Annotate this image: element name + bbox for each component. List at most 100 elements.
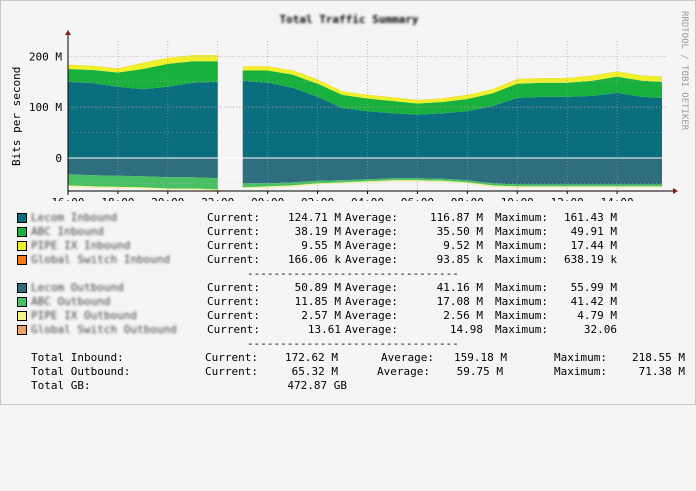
legend-maximum-label: Maximum: [495, 281, 548, 294]
total-gb-row: Total GB: 472.87 GB [31, 379, 696, 393]
legend-maximum-label: Maximum: [495, 295, 548, 308]
legend-series-name: Lecom Inbound [31, 211, 118, 224]
x-tick-label: 22:00 [201, 196, 234, 201]
legend-average-value: 35.50 M [436, 225, 483, 238]
legend-separator-2: -------------------------------- [247, 337, 459, 350]
legend-current-label: Current: [207, 323, 260, 336]
total-inbound-current-label: Current: [205, 351, 258, 364]
x-tick-label: 10:00 [501, 196, 534, 201]
legend-row-outbound-3: PIPE IX Outbound Current: 2.57 M Average: 2.… [15, 309, 695, 323]
legend-maximum-value: 55.99 M [570, 281, 617, 294]
legend-row-inbound-1: Lecom Inbound Current: 124.71 M Average: 116… [15, 211, 695, 225]
x-tick-label: 00:00 [251, 196, 284, 201]
legend-current-value: 13.61 [307, 323, 341, 336]
total-gb-label: Total GB: [31, 379, 91, 392]
legend-average-value: 17.08 M [436, 295, 483, 308]
totals: Total Inbound: Current: 172.62 M Average… [31, 351, 685, 421]
legend-average-label: Average: [345, 281, 398, 294]
legend-current-value: 11.85 M [294, 295, 341, 308]
legend: Lecom Inbound Current: 124.71 M Average: 116… [15, 211, 617, 350]
legend-series-name: ABC Outbound [31, 295, 111, 308]
legend-maximum-label: Maximum: [495, 309, 548, 322]
legend-swatch [17, 255, 27, 265]
legend-current-value: 2.57 M [301, 309, 341, 322]
total-inbound-row: Total Inbound: Current: 172.62 M Average… [31, 351, 696, 365]
legend-swatch [17, 283, 27, 293]
legend-current-label: Current: [207, 309, 260, 322]
legend-maximum-value: 32.06 [583, 323, 617, 336]
x-tick-label: 06:00 [401, 196, 434, 201]
legend-row-inbound-2: ABC Inbound Current: 38.19 M Average: 35.50 … [15, 225, 695, 239]
total-inbound-average-label: Average: [381, 351, 434, 364]
total-outbound-average: 59.75 M [456, 365, 503, 378]
legend-average-label: Average: [345, 309, 398, 322]
total-inbound-current: 172.62 M [285, 351, 338, 364]
legend-maximum-label: Maximum: [495, 323, 548, 336]
legend-separator-1: -------------------------------- [247, 267, 459, 280]
legend-current-label: Current: [207, 295, 260, 308]
legend-maximum-value: 638.19 k [564, 253, 617, 266]
total-inbound-maximum-label: Maximum: [554, 351, 607, 364]
legend-swatch [17, 241, 27, 251]
legend-average-value: 2.56 M [443, 309, 483, 322]
x-tick-label: 20:00 [151, 196, 184, 201]
x-tick-label: 08:00 [451, 196, 484, 201]
legend-series-name: PIPE IX Inbound [31, 239, 131, 252]
legend-maximum-value: 17.44 M [570, 239, 617, 252]
legend-average-value: 116.87 M [430, 211, 483, 224]
legend-series-name: Lecom Outbound [31, 281, 124, 294]
legend-current-value: 124.71 M [288, 211, 341, 224]
legend-average-label: Average: [345, 225, 398, 238]
total-outbound-label: Total Outbound: [31, 365, 131, 378]
legend-series-name: PIPE IX Outbound [31, 309, 137, 322]
legend-maximum-label: Maximum: [495, 239, 548, 252]
legend-average-value: 9.52 M [443, 239, 483, 252]
legend-average-label: Average: [345, 211, 398, 224]
y-axis-arrow [65, 30, 71, 35]
legend-row-inbound-3: PIPE IX Inbound Current: 9.55 M Average: 9.5… [15, 239, 695, 253]
legend-swatch [17, 297, 27, 307]
legend-current-label: Current: [207, 211, 260, 224]
legend-current-value: 38.19 M [294, 225, 341, 238]
x-tick-label: 02:00 [301, 196, 334, 201]
total-gb-value: 472.87 GB [287, 379, 347, 392]
legend-current-label: Current: [207, 239, 260, 252]
total-inbound-label: Total Inbound: [31, 351, 124, 364]
y-axis-label: Bits per second [10, 67, 23, 166]
legend-average-label: Average: [345, 323, 398, 336]
legend-swatch [17, 213, 27, 223]
legend-series-name: ABC Inbound [31, 225, 104, 238]
legend-current-value: 9.55 M [301, 239, 341, 252]
legend-maximum-value: 4.79 M [577, 309, 617, 322]
legend-maximum-label: Maximum: [495, 211, 548, 224]
legend-row-outbound-4: Global Switch Outbound Current: 13.61 Avera… [15, 323, 695, 337]
legend-row-inbound-4: Global Switch Inbound Current: 166.06 k Ave… [15, 253, 695, 267]
y-tick-label: 100 M [29, 101, 62, 114]
rrd-graph-frame: Total Traffic Summary RRDTOOL / TOBI OET… [0, 0, 696, 405]
legend-maximum-label: Maximum: [495, 225, 548, 238]
legend-current-label: Current: [207, 281, 260, 294]
x-tick-label: 16:00 [51, 196, 84, 201]
total-inbound-maximum: 218.55 M [632, 351, 685, 364]
legend-maximum-value: 41.42 M [570, 295, 617, 308]
legend-average-value: 14.98 [449, 323, 483, 336]
legend-current-label: Current: [207, 225, 260, 238]
x-tick-label: 12:00 [551, 196, 584, 201]
y-tick-label: 0 [55, 152, 62, 165]
total-inbound-average: 159.18 M [454, 351, 507, 364]
x-tick-label: 18:00 [101, 196, 134, 201]
total-outbound-maximum: 71.38 M [638, 365, 685, 378]
y-tick-label: 200 M [29, 50, 62, 63]
legend-row-outbound-1: Lecom Outbound Current: 50.89 M Average: 41.… [15, 281, 695, 295]
legend-average-label: Average: [345, 295, 398, 308]
legend-maximum-value: 49.91 M [570, 225, 617, 238]
legend-average-value: 93.85 k [436, 253, 483, 266]
inbound-area-1-seg-1 [68, 81, 218, 158]
total-outbound-current-label: Current: [205, 365, 258, 378]
legend-series-name: Global Switch Inbound [31, 253, 171, 266]
legend-current-label: Current: [207, 253, 260, 266]
traffic-chart: Total Traffic Summary RRDTOOL / TOBI OET… [10, 11, 689, 201]
legend-average-label: Average: [345, 253, 398, 266]
legend-row-outbound-2: ABC Outbound Current: 11.85 M Average: 17.08… [15, 295, 695, 309]
legend-series-name: Global Switch Outbound [31, 323, 177, 336]
